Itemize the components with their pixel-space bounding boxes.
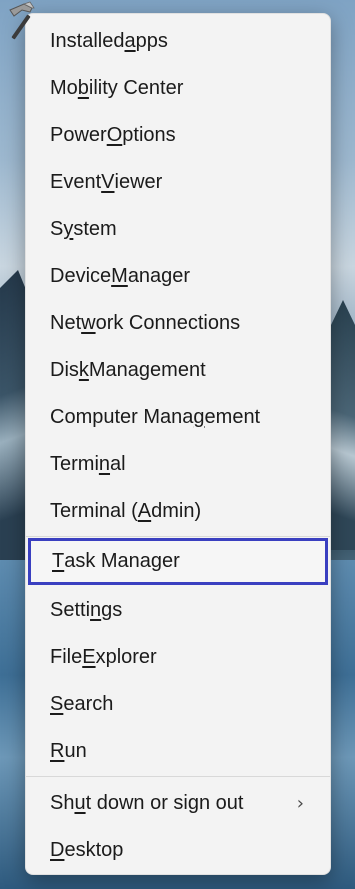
menu-item-label: xplorer <box>95 645 157 668</box>
menu-item-label: Event <box>50 170 102 193</box>
access-key: R <box>50 739 65 762</box>
menu-item-file-explorer[interactable]: File Explorer <box>26 637 330 677</box>
access-key: T <box>52 550 65 572</box>
menu-item-label: stem <box>73 217 117 240</box>
menu-item-terminal-admin[interactable]: Terminal (Admin) <box>26 491 330 531</box>
menu-item-label: Installed <box>50 29 125 52</box>
menu-item-label: Terminal ( <box>50 499 138 522</box>
menu-item-label: dmin) <box>151 499 202 522</box>
menu-item-label: Net <box>50 311 82 334</box>
menu-item-label: Power <box>50 123 107 146</box>
menu-item-disk-management[interactable]: Dis k Management <box>26 350 330 390</box>
menu-item-label: un <box>64 739 87 762</box>
menu-item-installed-apps[interactable]: Installed a pps <box>26 21 330 61</box>
access-key: a <box>124 29 136 52</box>
access-key: k <box>78 358 89 381</box>
access-key: V <box>101 170 115 193</box>
menu-item-label: ptions <box>122 123 176 146</box>
menu-item-terminal[interactable]: Termi n al <box>26 444 330 484</box>
access-key: b <box>77 76 89 99</box>
menu-item-label: ility Center <box>88 76 184 99</box>
menu-item-label: ement <box>204 405 261 428</box>
access-key: n <box>98 452 111 475</box>
menu-item-label: iewer <box>114 170 163 193</box>
access-key: M <box>111 264 128 287</box>
access-key: S <box>50 692 64 715</box>
menu-item-settings[interactable]: Setti n gs <box>26 590 330 630</box>
access-key: O <box>106 123 123 146</box>
access-key: n <box>90 598 102 621</box>
menu-item-label: Setti <box>50 598 91 621</box>
access-key: u <box>74 791 86 814</box>
menu-item-power-options[interactable]: Power Options <box>26 115 330 155</box>
hammer-icon <box>9 1 35 40</box>
menu-item-label: File <box>50 645 83 668</box>
menu-item-label: t down or sign out <box>85 791 244 814</box>
menu-item-search[interactable]: Search <box>26 684 330 724</box>
winx-context-menu: Installed a pps Mo b ility Center Power Opt… <box>25 13 331 875</box>
menu-item-label: ork Connections <box>95 311 241 334</box>
chevron-right-icon: › <box>296 792 304 814</box>
menu-separator <box>26 776 330 777</box>
menu-item-network-connections[interactable]: Net w ork Connections <box>26 303 330 343</box>
access-key: w <box>81 311 96 334</box>
menu-item-label: pps <box>135 29 168 52</box>
menu-item-label: Computer Mana <box>50 405 194 428</box>
menu-item-label: anager <box>127 264 191 287</box>
menu-item-label: earch <box>63 692 114 715</box>
menu-item-computer-management[interactable]: Computer Mana g ement <box>26 397 330 437</box>
menu-item-label: ask Manager <box>64 550 180 572</box>
menu-item-label: Sh <box>50 791 75 814</box>
menu-item-shut-down-or-sign-out[interactable]: Sh u t down or sign out › <box>26 783 330 823</box>
menu-item-task-manager[interactable]: Task Manager <box>28 538 328 585</box>
access-key: g <box>193 405 205 428</box>
menu-item-label: gs <box>101 598 123 621</box>
menu-item-device-manager[interactable]: Device Manager <box>26 256 330 296</box>
menu-item-label: al <box>110 452 126 475</box>
menu-item-label: Termi <box>50 452 99 475</box>
menu-item-label: Mo <box>50 76 78 99</box>
menu-item-label: Dis <box>50 358 79 381</box>
access-key: A <box>137 499 152 522</box>
menu-item-label: esktop <box>64 838 124 861</box>
access-key: D <box>50 838 65 861</box>
menu-separator <box>26 536 330 537</box>
menu-item-label: Device <box>50 264 112 287</box>
menu-item-label: Management <box>88 358 206 381</box>
access-key: y <box>63 217 74 240</box>
menu-item-desktop[interactable]: Desktop <box>26 830 330 870</box>
menu-item-system[interactable]: Sy stem <box>26 209 330 249</box>
menu-item-run[interactable]: Run <box>26 731 330 771</box>
menu-item-label: S <box>50 217 64 240</box>
menu-item-event-viewer[interactable]: Event Viewer <box>26 162 330 202</box>
access-key: E <box>82 645 96 668</box>
menu-item-mobility-center[interactable]: Mo b ility Center <box>26 68 330 108</box>
